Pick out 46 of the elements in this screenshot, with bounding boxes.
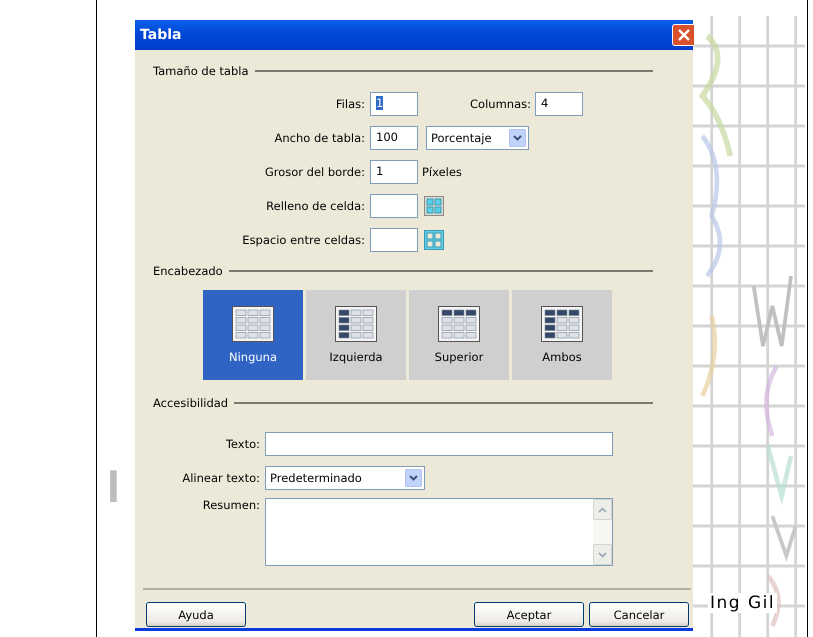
section-title: Tamaño de tabla <box>153 64 249 78</box>
header-option[interactable]: Superior <box>409 290 509 380</box>
field-label: Filas: <box>334 97 366 111</box>
section-title: Accesibilidad <box>153 396 228 410</box>
input-field[interactable]: 4 <box>535 92 583 116</box>
input-field[interactable] <box>370 228 418 252</box>
scroll-up-icon[interactable] <box>593 499 612 520</box>
text-area[interactable] <box>265 498 613 566</box>
caret-icon <box>405 469 422 487</box>
field-label: Espacio entre celdas: <box>241 233 366 247</box>
table-icon <box>335 306 377 342</box>
table-icon <box>438 306 480 342</box>
close-button[interactable] <box>672 24 694 46</box>
window-title: Tabla <box>140 27 182 43</box>
dialog-button[interactable]: Ayuda <box>146 602 246 627</box>
header-option[interactable]: Izquierda <box>306 290 406 380</box>
field-label: Grosor del borde: <box>264 165 366 179</box>
close-icon <box>678 29 690 41</box>
field-label: Alinear texto: <box>181 471 261 485</box>
field-label: Columnas: <box>469 97 532 111</box>
background-heading: I <box>107 459 120 513</box>
caret-icon <box>509 129 526 147</box>
scroll-down-icon[interactable] <box>593 544 612 565</box>
input-field[interactable]: 100 <box>370 126 418 150</box>
unit-label: Píxeles <box>422 165 462 179</box>
dropdown[interactable]: Porcentaje <box>426 126 529 150</box>
header-option[interactable]: Ninguna <box>203 290 303 380</box>
author-name: Ing Gil <box>708 593 778 613</box>
field-label: Ancho de tabla: <box>274 131 366 145</box>
field-label: Texto: <box>224 437 261 451</box>
dialog-button[interactable]: Aceptar <box>474 602 584 627</box>
section-title: Encabezado <box>153 264 223 278</box>
dropdown[interactable]: Predeterminado <box>265 466 425 490</box>
field-label: Relleno de celda: <box>265 199 366 213</box>
header-option[interactable]: Ambos <box>512 290 612 380</box>
grid-icon[interactable] <box>424 230 444 250</box>
field-label: Resumen: <box>202 498 261 512</box>
input-field[interactable]: 1 <box>370 92 418 116</box>
scrollbar[interactable] <box>593 499 612 565</box>
input-field[interactable] <box>370 194 418 218</box>
grid-icon[interactable] <box>424 196 444 216</box>
input-field[interactable] <box>265 432 613 456</box>
input-field[interactable]: 1 <box>370 160 418 184</box>
table-icon <box>541 306 583 342</box>
table-icon <box>232 306 274 342</box>
dialog-button[interactable]: Cancelar <box>589 602 689 627</box>
